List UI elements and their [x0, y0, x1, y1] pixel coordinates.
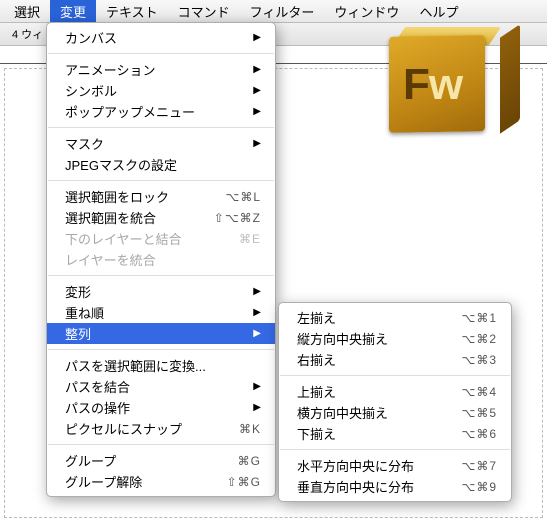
- menu-item-label: カンバス: [65, 28, 245, 47]
- menu-item-shortcut: ⌥⌘L: [225, 190, 261, 204]
- menu-item-label: 下のレイヤーと結合: [65, 229, 229, 248]
- menu-item-label: パスの操作: [65, 398, 245, 417]
- menu-item-shortcut: ⌥⌘4: [461, 385, 497, 399]
- menu-item-label: 右揃え: [297, 350, 451, 369]
- modify-item-11: 下のレイヤーと結合 ⌘E: [47, 228, 275, 249]
- menu-item-label: アニメーション: [65, 60, 245, 79]
- menubar-item-1[interactable]: 変更: [50, 0, 96, 24]
- submenu-arrow-icon: ▶: [253, 85, 261, 96]
- menu-item-label: 左揃え: [297, 308, 451, 327]
- menu-item-label: マスク: [65, 134, 245, 153]
- menu-item-label: 整列: [65, 324, 245, 343]
- submenu-arrow-icon: ▶: [253, 307, 261, 318]
- menu-item-label: グループ: [65, 451, 228, 470]
- menu-item-label: グループ解除: [65, 472, 217, 491]
- modify-item-0[interactable]: カンバス ▶: [47, 27, 275, 48]
- menu-item-shortcut: ⇧⌘G: [227, 475, 261, 489]
- submenu-arrow-icon: ▶: [253, 32, 261, 43]
- menu-item-shortcut: ⌥⌘6: [461, 427, 497, 441]
- menu-item-shortcut: ⇧⌥⌘Z: [214, 211, 261, 225]
- align-separator: [280, 375, 510, 376]
- menu-item-shortcut: ⌥⌘7: [461, 459, 497, 473]
- menubar-item-5[interactable]: ウィンドウ: [324, 0, 409, 24]
- submenu-arrow-icon: ▶: [253, 328, 261, 339]
- menubar: 選択変更テキストコマンドフィルターウィンドウヘルプ: [0, 0, 547, 22]
- submenu-arrow-icon: ▶: [253, 402, 261, 413]
- modify-item-23[interactable]: グループ ⌘G: [47, 450, 275, 471]
- menu-item-label: ピクセルにスナップ: [65, 419, 229, 438]
- menu-item-label: 横方向中央揃え: [297, 403, 451, 422]
- align-item-6[interactable]: 下揃え ⌥⌘6: [279, 423, 511, 444]
- align-separator: [280, 449, 510, 450]
- modify-item-6[interactable]: マスク ▶: [47, 133, 275, 154]
- modify-item-21[interactable]: ピクセルにスナップ ⌘K: [47, 418, 275, 439]
- align-item-9[interactable]: 垂直方向中央に分布 ⌥⌘9: [279, 476, 511, 497]
- submenu-align: 左揃え ⌥⌘1 縦方向中央揃え ⌥⌘2 右揃え ⌥⌘3 上揃え ⌥⌘4 横方向中央揃え ⌥⌘5 下揃…: [278, 302, 512, 502]
- menubar-item-6[interactable]: ヘルプ: [409, 0, 468, 24]
- align-item-1[interactable]: 縦方向中央揃え ⌥⌘2: [279, 328, 511, 349]
- menu-item-label: 垂直方向中央に分布: [297, 477, 451, 496]
- modify-separator: [48, 349, 274, 350]
- menu-item-shortcut: ⌥⌘9: [461, 480, 497, 494]
- menubar-item-3[interactable]: コマンド: [168, 0, 240, 24]
- modify-item-10[interactable]: 選択範囲を統合 ⇧⌥⌘Z: [47, 207, 275, 228]
- submenu-arrow-icon: ▶: [253, 286, 261, 297]
- modify-item-19[interactable]: パスを結合 ▶: [47, 376, 275, 397]
- submenu-arrow-icon: ▶: [253, 64, 261, 75]
- menu-item-label: パスを結合: [65, 377, 245, 396]
- menu-item-label: シンボル: [65, 81, 245, 100]
- align-item-4[interactable]: 上揃え ⌥⌘4: [279, 381, 511, 402]
- menu-item-label: ポップアップメニュー: [65, 102, 245, 121]
- menu-item-shortcut: ⌘G: [238, 454, 261, 468]
- modify-separator: [48, 444, 274, 445]
- modify-item-2[interactable]: アニメーション ▶: [47, 59, 275, 80]
- menu-item-shortcut: ⌥⌘2: [461, 332, 497, 346]
- menu-item-label: 下揃え: [297, 424, 451, 443]
- menu-item-label: 重ね順: [65, 303, 245, 322]
- submenu-arrow-icon: ▶: [253, 106, 261, 117]
- menu-item-shortcut: ⌥⌘1: [461, 311, 497, 325]
- menu-item-label: 変形: [65, 282, 245, 301]
- modify-item-18[interactable]: パスを選択範囲に変換...: [47, 355, 275, 376]
- align-item-2[interactable]: 右揃え ⌥⌘3: [279, 349, 511, 370]
- fireworks-logo: Fw: [389, 36, 505, 152]
- modify-separator: [48, 127, 274, 128]
- submenu-arrow-icon: ▶: [253, 138, 261, 149]
- menu-item-label: JPEGマスクの設定: [65, 155, 261, 174]
- modify-item-9[interactable]: 選択範囲をロック ⌥⌘L: [47, 186, 275, 207]
- menu-item-shortcut: ⌥⌘5: [461, 406, 497, 420]
- doc-tab[interactable]: 4 ウィ: [6, 24, 49, 44]
- menu-item-label: 選択範囲をロック: [65, 187, 215, 206]
- modify-item-4[interactable]: ポップアップメニュー ▶: [47, 101, 275, 122]
- menu-modify: カンバス ▶ アニメーション ▶ シンボル ▶ ポップアップメニュー ▶ マスク ▶ JPEGマスク…: [46, 22, 276, 497]
- menu-item-label: 選択範囲を統合: [65, 208, 204, 227]
- modify-separator: [48, 53, 274, 54]
- menu-item-label: レイヤーを統合: [65, 250, 261, 269]
- submenu-arrow-icon: ▶: [253, 381, 261, 392]
- align-item-0[interactable]: 左揃え ⌥⌘1: [279, 307, 511, 328]
- align-item-5[interactable]: 横方向中央揃え ⌥⌘5: [279, 402, 511, 423]
- modify-item-16[interactable]: 整列 ▶: [47, 323, 275, 344]
- modify-item-24[interactable]: グループ解除 ⇧⌘G: [47, 471, 275, 492]
- menu-item-shortcut: ⌥⌘3: [461, 353, 497, 367]
- modify-item-14[interactable]: 変形 ▶: [47, 281, 275, 302]
- menu-item-shortcut: ⌘K: [239, 422, 261, 436]
- menu-item-label: 水平方向中央に分布: [297, 456, 451, 475]
- modify-item-15[interactable]: 重ね順 ▶: [47, 302, 275, 323]
- menubar-item-0[interactable]: 選択: [4, 0, 50, 24]
- menubar-item-4[interactable]: フィルター: [240, 0, 325, 24]
- menubar-item-2[interactable]: テキスト: [96, 0, 168, 24]
- modify-item-7[interactable]: JPEGマスクの設定: [47, 154, 275, 175]
- modify-item-20[interactable]: パスの操作 ▶: [47, 397, 275, 418]
- menu-item-shortcut: ⌘E: [239, 232, 261, 246]
- menu-item-label: 縦方向中央揃え: [297, 329, 451, 348]
- modify-separator: [48, 275, 274, 276]
- modify-item-3[interactable]: シンボル ▶: [47, 80, 275, 101]
- align-item-8[interactable]: 水平方向中央に分布 ⌥⌘7: [279, 455, 511, 476]
- menu-item-label: パスを選択範囲に変換...: [65, 356, 261, 375]
- modify-item-12: レイヤーを統合: [47, 249, 275, 270]
- modify-separator: [48, 180, 274, 181]
- menu-item-label: 上揃え: [297, 382, 451, 401]
